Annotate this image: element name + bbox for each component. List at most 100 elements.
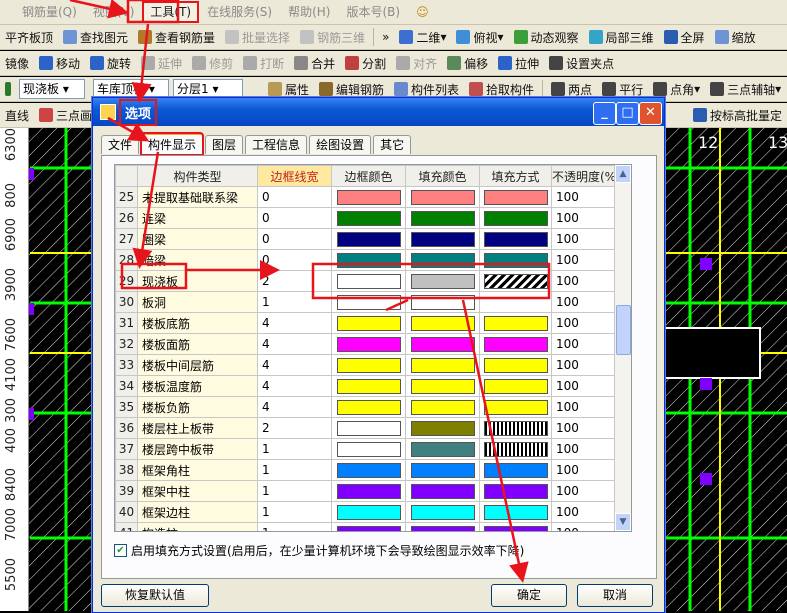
opacity-cell[interactable]: 100 (551, 186, 622, 208)
close-button[interactable]: ✕ (639, 102, 662, 125)
row-number[interactable]: 31 (115, 312, 138, 334)
table-row[interactable]: 27 圈梁 0 100 (115, 228, 622, 250)
extend-button[interactable]: 延伸 (136, 52, 187, 74)
fill-color-cell[interactable] (405, 270, 480, 292)
component-type-cell[interactable]: 未提取基础联系梁 (137, 186, 258, 208)
row-number[interactable]: 35 (115, 396, 138, 418)
align-button[interactable]: 对齐 (391, 52, 442, 74)
split-button[interactable]: 分割 (340, 52, 391, 74)
row-number[interactable]: 34 (115, 375, 138, 397)
fill-mode-cell[interactable] (479, 186, 552, 208)
column-header[interactable]: 填充颜色 (405, 165, 480, 187)
tab-2[interactable]: 图层 (205, 135, 244, 154)
border-width-cell[interactable]: 1 (257, 438, 332, 460)
opacity-cell[interactable]: 100 (551, 291, 622, 313)
trim-button[interactable]: 修剪 (187, 52, 238, 74)
component-type-cell[interactable]: 圈梁 (137, 228, 258, 250)
row-number[interactable]: 25 (115, 186, 138, 208)
fill-color-cell[interactable] (405, 375, 480, 397)
row-number[interactable]: 36 (115, 417, 138, 439)
border-color-cell[interactable] (331, 417, 406, 439)
tab-1[interactable]: 构件显示 (140, 132, 205, 156)
border-color-cell[interactable] (331, 249, 406, 271)
opacity-cell[interactable]: 100 (551, 249, 622, 271)
fill-mode-cell[interactable] (479, 417, 552, 439)
fill-color-cell[interactable] (405, 522, 480, 531)
table-row[interactable]: 39 框架中柱 1 100 (115, 480, 622, 502)
fill-color-cell[interactable] (405, 291, 480, 313)
fill-color-cell[interactable] (405, 207, 480, 229)
fill-mode-cell[interactable] (479, 249, 552, 271)
table-scrollbar[interactable]: ▲ ▼ (614, 165, 631, 531)
border-width-cell[interactable]: 4 (257, 375, 332, 397)
maximize-button[interactable]: □ (616, 102, 639, 125)
rotate-button[interactable]: 旋转 (85, 52, 136, 74)
component-type-cell[interactable]: 现浇板 (137, 270, 258, 292)
component-type-cell[interactable]: 楼板中间层筋 (137, 354, 258, 376)
fill-mode-cell[interactable] (479, 501, 552, 523)
column-header[interactable]: 填充方式 (479, 165, 552, 187)
enable-fill-checkbox[interactable]: ✔ (114, 544, 127, 557)
border-color-cell[interactable] (331, 333, 406, 355)
fill-color-cell[interactable] (405, 417, 480, 439)
rebar-3d-button[interactable]: 钢筋三维 (295, 26, 370, 48)
row-number[interactable]: 39 (115, 480, 138, 502)
table-row[interactable]: 26 连梁 0 100 (115, 207, 622, 229)
menu-item[interactable]: 版本号(B) (338, 1, 408, 23)
border-color-cell[interactable] (331, 438, 406, 460)
border-color-cell[interactable] (331, 270, 406, 292)
border-color-cell[interactable] (331, 501, 406, 523)
menu-item[interactable]: 钢筋量(Q) (14, 1, 85, 23)
border-width-cell[interactable]: 0 (257, 207, 332, 229)
three-point-arc-button[interactable]: 三点画 (34, 104, 97, 126)
tab-4[interactable]: 绘图设置 (309, 135, 372, 154)
border-width-cell[interactable]: 2 (257, 270, 332, 292)
table-row[interactable]: 36 楼层柱上板带 2 100 (115, 417, 622, 439)
component-type-select[interactable]: 现浇板 ▾ (19, 79, 85, 99)
border-color-cell[interactable] (331, 480, 406, 502)
stretch-button[interactable]: 拉伸 (493, 52, 544, 74)
dialog-titlebar[interactable]: 选项 _ □ ✕ (93, 98, 664, 126)
fill-color-cell[interactable] (405, 354, 480, 376)
menu-item[interactable]: 工具(T) (142, 1, 200, 23)
row-number[interactable]: 37 (115, 438, 138, 460)
component-type-cell[interactable]: 板洞 (137, 291, 258, 313)
table-row[interactable]: 41构造柱1 100 (115, 522, 622, 531)
scroll-up-arrow[interactable]: ▲ (615, 165, 631, 183)
menu-item[interactable]: 帮助(H) (280, 1, 338, 23)
fill-mode-cell[interactable] (479, 270, 552, 292)
border-color-cell[interactable] (331, 459, 406, 481)
border-width-cell[interactable]: 0 (257, 186, 332, 208)
row-number[interactable]: 41 (115, 522, 138, 531)
opacity-cell[interactable]: 100 (551, 480, 622, 502)
border-color-cell[interactable] (331, 522, 406, 531)
row-number[interactable]: 27 (115, 228, 138, 250)
border-width-cell[interactable]: 1 (257, 501, 332, 523)
component-type-cell[interactable]: 框架边柱 (137, 501, 258, 523)
column-header[interactable]: 边框线宽 (257, 165, 332, 187)
table-row[interactable]: 30 板洞 1 100 (115, 291, 622, 313)
table-row[interactable]: 35 楼板负筋 4 100 (115, 396, 622, 418)
component-type-cell[interactable]: 楼板面筋 (137, 333, 258, 355)
border-width-cell[interactable]: 4 (257, 354, 332, 376)
component-type-cell[interactable]: 框架角柱 (137, 459, 258, 481)
row-number[interactable]: 30 (115, 291, 138, 313)
fill-color-cell[interactable] (405, 312, 480, 334)
column-header[interactable]: 边框颜色 (331, 165, 406, 187)
row-number[interactable]: 33 (115, 354, 138, 376)
opacity-cell[interactable]: 100 (551, 312, 622, 334)
find-element-button[interactable]: 查找图元 (58, 26, 133, 48)
fill-color-cell[interactable] (405, 396, 480, 418)
border-color-cell[interactable] (331, 186, 406, 208)
scroll-down-arrow[interactable]: ▼ (615, 513, 631, 531)
fill-mode-cell[interactable] (479, 438, 552, 460)
view-rebar-button[interactable]: 查看钢筋量 (133, 26, 220, 48)
opacity-cell[interactable]: 100 (551, 228, 622, 250)
component-type-cell[interactable]: 楼板温度筋 (137, 375, 258, 397)
opacity-cell[interactable]: 100 (551, 270, 622, 292)
layer-select[interactable]: 分层1 ▾ (173, 79, 243, 99)
fill-mode-cell[interactable] (479, 396, 552, 418)
fill-mode-cell[interactable] (479, 333, 552, 355)
component-type-cell[interactable]: 楼层跨中板带 (137, 438, 258, 460)
opacity-cell[interactable]: 100 (551, 354, 622, 376)
